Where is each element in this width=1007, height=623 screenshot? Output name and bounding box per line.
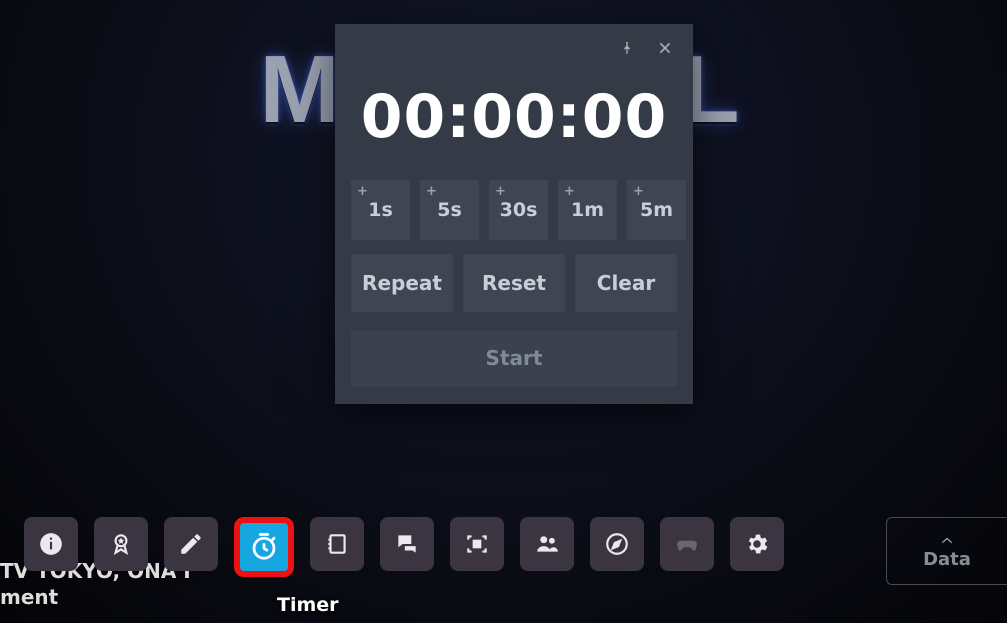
tool-friends[interactable] [520,517,574,571]
tool-notes[interactable] [310,517,364,571]
tool-info[interactable] [24,517,78,571]
tool-settings[interactable] [730,517,784,571]
tool-edit[interactable] [164,517,218,571]
main-toolbar [24,517,784,577]
tool-chat[interactable] [380,517,434,571]
clear-button[interactable]: Clear [575,254,677,312]
reset-button[interactable]: Reset [463,254,565,312]
data-edge-label: Data [923,549,971,570]
action-row: Repeat Reset Clear [335,254,693,326]
preset-5m[interactable]: +5m [627,180,686,240]
timer-panel: 00:00:00 +1s +5s +30s +1m +5m Repeat Res… [335,24,693,404]
tool-controller[interactable] [660,517,714,571]
preset-5s[interactable]: +5s [420,180,479,240]
tool-timer[interactable] [234,517,294,577]
tool-capture[interactable] [450,517,504,571]
timer-display: 00:00:00 [335,64,693,180]
chevron-up-icon [936,533,958,547]
close-icon[interactable] [657,40,673,60]
preset-row: +1s +5s +30s +1m +5m [335,180,693,254]
start-button[interactable]: Start [351,330,677,386]
credit-line-2: ment [0,585,58,609]
preset-1s[interactable]: +1s [351,180,410,240]
preset-30s[interactable]: +30s [489,180,548,240]
repeat-button[interactable]: Repeat [351,254,453,312]
preset-1m[interactable]: +1m [558,180,617,240]
pin-icon[interactable] [619,40,635,60]
tool-explore[interactable] [590,517,644,571]
tool-badges[interactable] [94,517,148,571]
toolbar-active-label: Timer [277,594,339,616]
data-edge-button[interactable]: Data [886,517,1007,585]
